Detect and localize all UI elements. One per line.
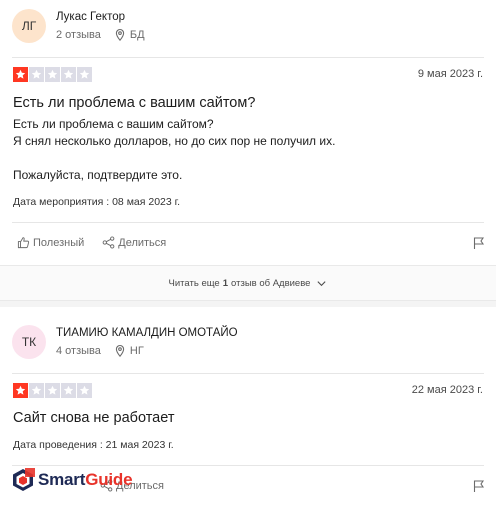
user-meta: 4 отзыва НГ: [56, 344, 238, 358]
review-actions: Полезный Делиться: [17, 236, 184, 249]
review-body: Есть ли проблема с вашим сайтом? Я снял …: [13, 116, 335, 184]
flag-icon[interactable]: [472, 479, 486, 493]
chevron-down-icon: [317, 280, 326, 286]
avatar[interactable]: ЛГ: [12, 9, 46, 43]
divider: [12, 373, 484, 374]
smartguide-watermark-logo: SmartGuide: [11, 468, 133, 492]
review-body-line: Я снял несколько долларов, но до сих пор…: [13, 134, 336, 148]
avatar-initials: ТК: [21, 335, 37, 349]
smartguide-logo-icon: [13, 468, 35, 491]
share-button[interactable]: Делиться: [102, 236, 166, 249]
review-title[interactable]: Сайт снова не работает: [13, 410, 174, 426]
smartguide-logo-text: SmartGuide: [38, 470, 133, 490]
flag-icon[interactable]: [472, 236, 486, 250]
helpful-button[interactable]: Полезный: [17, 236, 84, 249]
star-icon-empty: [45, 383, 60, 398]
review-date: 22 мая 2023 г.: [411, 384, 483, 396]
read-more-count: 1: [222, 277, 229, 289]
divider: [12, 57, 484, 58]
star-icon-filled: [13, 67, 28, 82]
location: БД: [129, 29, 145, 41]
event-date: Дата проведения : 21 мая 2023 г.: [13, 439, 174, 451]
review-body-line: Пожалуйста, подтвердите это.: [13, 168, 183, 182]
divider: [12, 222, 484, 223]
star-icon-empty: [61, 67, 76, 82]
read-more-suffix: отзыв об Адвиеве: [231, 277, 311, 289]
star-icon-empty: [77, 383, 92, 398]
review-card-1: ЛГ Лукас Гектор 2 отзыва БД 9 мая 2023 г…: [0, 0, 496, 265]
helpful-label: Полезный: [33, 236, 85, 249]
star-icon-empty: [61, 383, 76, 398]
location: НГ: [129, 345, 144, 357]
user-info: Лукас Гектор 2 отзыва БД: [56, 10, 145, 42]
review-body-line: [13, 150, 335, 167]
user-info: ТИАМИЮ КАМАЛДИН ОМОТАЙО 4 отзыва НГ: [56, 326, 238, 358]
reviews-count: 2 отзыва: [56, 29, 101, 41]
star-icon-empty: [77, 67, 92, 82]
star-icon-empty: [29, 383, 44, 398]
logo-text-smart: Smart: [38, 470, 86, 489]
event-date: Дата мероприятия : 08 мая 2023 г.: [13, 196, 181, 208]
thumbs-up-icon: [17, 237, 30, 249]
review-body-line: Есть ли проблема с вашим сайтом?: [13, 117, 214, 131]
user-meta: 2 отзыва БД: [56, 28, 145, 42]
share-label: Делиться: [118, 236, 167, 249]
reviews-count: 4 отзыва: [56, 345, 101, 357]
logo-text-guide: Guide: [85, 470, 133, 489]
star-icon-empty: [45, 67, 60, 82]
star-icon-filled: [13, 383, 28, 398]
review-date: 9 мая 2023 г.: [417, 68, 483, 80]
avatar-initials: ЛГ: [21, 19, 37, 33]
location-pin-icon: [115, 28, 125, 42]
share-icon: [102, 236, 115, 249]
read-more-bar[interactable]: Читать еще 1 отзыв об Адвиеве: [0, 265, 496, 301]
read-more-prefix: Читать еще: [168, 277, 220, 289]
author-name[interactable]: Лукас Гектор: [56, 10, 145, 25]
location-pin-icon: [115, 344, 125, 358]
star-rating: [13, 67, 92, 82]
review-header: ТК ТИАМИЮ КАМАЛДИН ОМОТАЙО 4 отзыва НГ: [12, 325, 238, 359]
avatar[interactable]: ТК: [12, 325, 46, 359]
star-icon-empty: [29, 67, 44, 82]
review-title[interactable]: Есть ли проблема с вашим сайтом?: [13, 95, 255, 111]
review-header: ЛГ Лукас Гектор 2 отзыва БД: [12, 9, 145, 43]
author-name[interactable]: ТИАМИЮ КАМАЛДИН ОМОТАЙО: [56, 326, 238, 341]
divider: [12, 465, 484, 466]
star-rating: [13, 383, 92, 398]
